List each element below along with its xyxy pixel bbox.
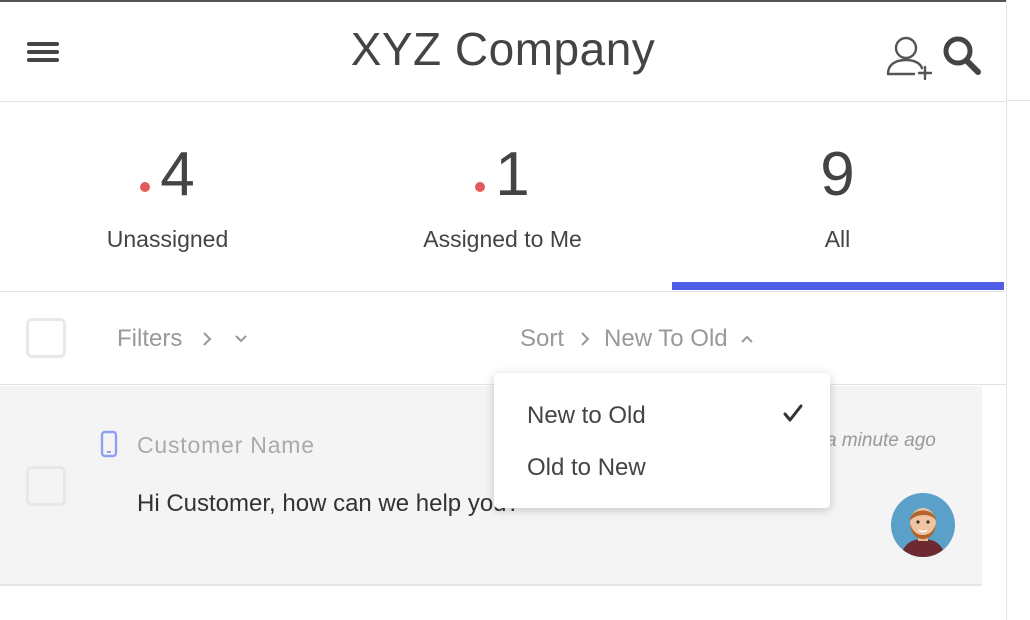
- page-title: XYZ Company: [350, 23, 656, 75]
- sort-dropdown: New to Old Old to New: [494, 373, 830, 508]
- chevron-down-icon[interactable]: [234, 334, 248, 344]
- search-icon[interactable]: [940, 34, 986, 78]
- tab-label: Unassigned: [106, 226, 229, 252]
- tab-count: 1: [495, 140, 530, 209]
- tab-all[interactable]: 9 All: [670, 102, 1005, 292]
- conversation-tabs: 4 Unassigned 1 Assigned to Me 9 All: [0, 102, 1006, 292]
- tab-count: 4: [160, 140, 195, 209]
- scrollbar[interactable]: [1006, 0, 1030, 620]
- sort-button[interactable]: Sort New To Old: [520, 322, 754, 356]
- chevron-right-icon: [581, 332, 590, 346]
- mobile-phone-icon: [100, 430, 118, 458]
- chevron-up-icon[interactable]: [740, 334, 754, 344]
- conversation-list-item[interactable]: Customer Name a minute ago Hi Customer, …: [0, 386, 982, 586]
- app-window: XYZ Company 4 Unassigned 1 Assigned to M…: [0, 0, 1006, 620]
- select-all-checkbox[interactable]: [26, 318, 66, 358]
- filters-button[interactable]: Filters: [117, 322, 248, 356]
- customer-name: Customer Name: [137, 432, 315, 458]
- sort-label: Sort: [520, 325, 565, 352]
- tab-label: All: [824, 226, 851, 252]
- active-tab-indicator: [672, 282, 1004, 290]
- list-toolbar: Filters Sort New To Old: [0, 292, 1006, 385]
- chevron-right-icon: [203, 332, 212, 346]
- agent-avatar[interactable]: [891, 493, 955, 557]
- conversation-preview: Hi Customer, how can we help you?: [137, 490, 520, 517]
- conversation-timestamp: a minute ago: [826, 430, 936, 451]
- add-user-icon[interactable]: [884, 34, 934, 82]
- sort-option-old-to-new[interactable]: Old to New: [494, 442, 830, 492]
- row-checkbox[interactable]: [26, 466, 66, 506]
- sort-option-label: Old to New: [527, 454, 646, 481]
- sort-option-new-to-old[interactable]: New to Old: [494, 390, 830, 440]
- tab-count: 9: [820, 140, 855, 209]
- tab-assigned-to-me[interactable]: 1 Assigned to Me: [335, 102, 670, 292]
- unread-dot: [140, 181, 151, 192]
- app-header: XYZ Company: [0, 2, 1006, 102]
- filters-label: Filters: [117, 325, 183, 352]
- sort-value: New To Old: [604, 325, 728, 352]
- checkmark-icon: [783, 404, 803, 422]
- tab-unassigned[interactable]: 4 Unassigned: [0, 102, 335, 292]
- sort-option-label: New to Old: [527, 402, 646, 429]
- unread-dot: [475, 181, 486, 192]
- tab-label: Assigned to Me: [423, 226, 582, 252]
